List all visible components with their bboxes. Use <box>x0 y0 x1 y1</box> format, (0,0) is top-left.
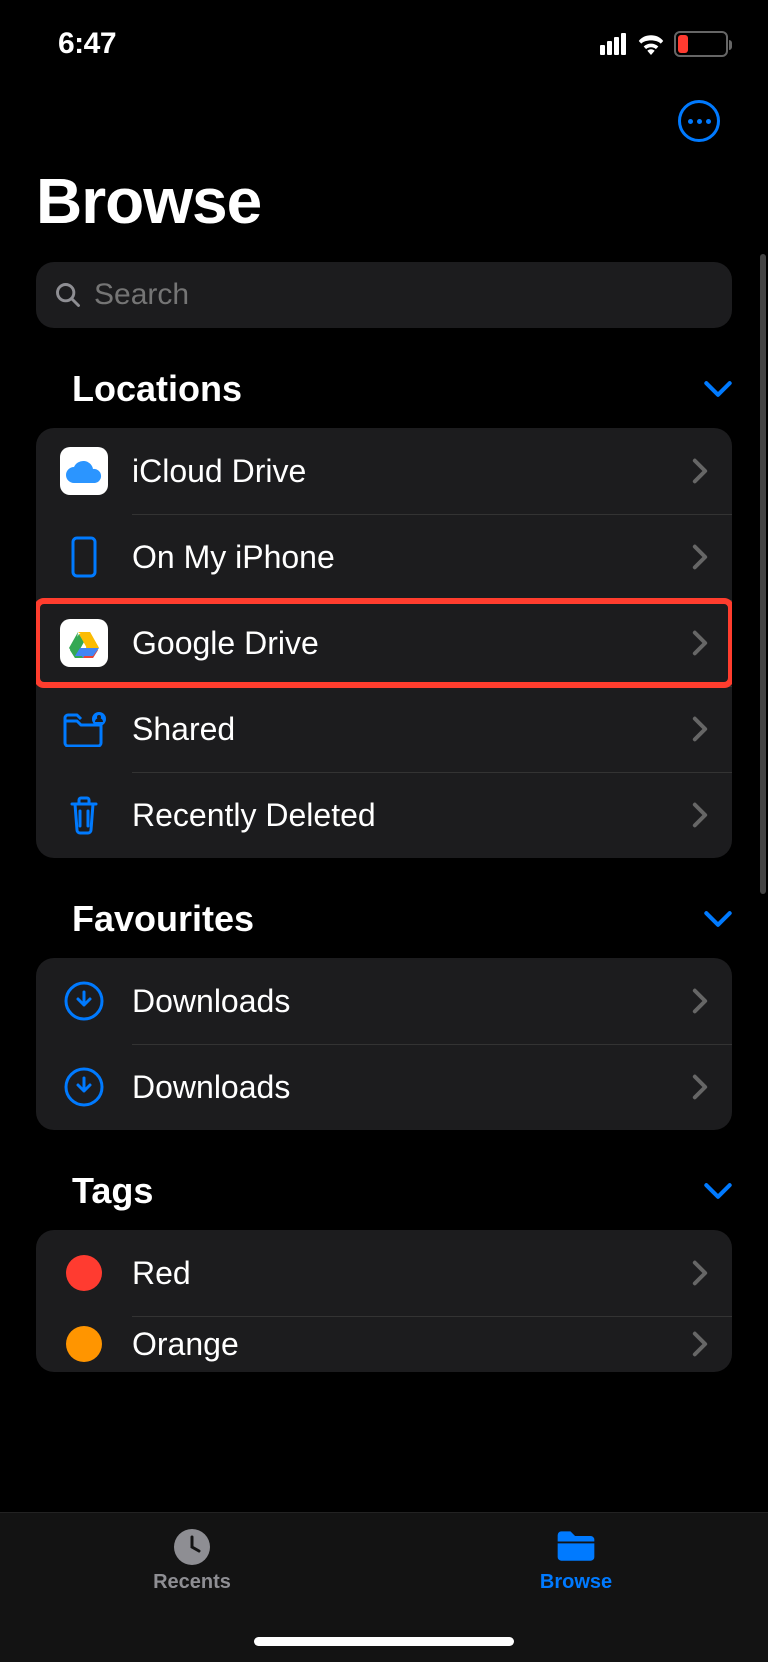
chevron-down-icon <box>704 909 732 929</box>
search-input[interactable] <box>94 278 714 312</box>
status-time: 6:47 <box>58 27 116 61</box>
icloud-icon <box>60 447 108 495</box>
location-shared[interactable]: Shared <box>36 686 732 772</box>
tab-browse[interactable]: Browse <box>384 1527 768 1594</box>
location-on-my-iphone[interactable]: On My iPhone <box>36 514 732 600</box>
tag-label: Orange <box>132 1326 692 1363</box>
favourites-header[interactable]: Favourites <box>0 898 768 958</box>
trash-icon <box>60 791 108 839</box>
cellular-icon <box>600 33 628 55</box>
locations-section: Locations iCloud Drive On My iPhone <box>0 368 768 858</box>
locations-label: Locations <box>72 368 242 410</box>
battery-low-icon <box>674 31 728 57</box>
chevron-right-icon <box>692 1260 708 1286</box>
tag-color-icon <box>60 1249 108 1297</box>
location-google-drive[interactable]: Google Drive <box>36 600 732 686</box>
tab-label: Browse <box>540 1571 612 1594</box>
tag-label: Red <box>132 1255 692 1292</box>
favourite-label: Downloads <box>132 1069 692 1106</box>
location-label: iCloud Drive <box>132 453 692 490</box>
location-icloud-drive[interactable]: iCloud Drive <box>36 428 732 514</box>
location-label: Google Drive <box>132 625 692 662</box>
download-icon <box>60 977 108 1025</box>
chevron-right-icon <box>692 1331 708 1357</box>
folder-icon <box>554 1527 598 1567</box>
chevron-right-icon <box>692 544 708 570</box>
google-drive-icon <box>60 619 108 667</box>
location-label: On My iPhone <box>132 539 692 576</box>
favourite-downloads[interactable]: Downloads <box>36 1044 732 1130</box>
favourites-label: Favourites <box>72 898 254 940</box>
chevron-right-icon <box>692 1074 708 1100</box>
tags-section: Tags Red Orange <box>0 1170 768 1372</box>
chevron-down-icon <box>704 1181 732 1201</box>
location-label: Recently Deleted <box>132 797 692 834</box>
status-indicators <box>600 31 728 57</box>
favourite-label: Downloads <box>132 983 692 1020</box>
tab-label: Recents <box>153 1571 231 1594</box>
favourites-list: Downloads Downloads <box>36 958 732 1130</box>
tag-orange[interactable]: Orange <box>36 1316 732 1372</box>
favourites-section: Favourites Downloads Downloads <box>0 898 768 1130</box>
tag-red[interactable]: Red <box>36 1230 732 1316</box>
home-indicator[interactable] <box>254 1637 514 1646</box>
shared-folder-icon <box>60 705 108 753</box>
locations-header[interactable]: Locations <box>0 368 768 428</box>
chevron-right-icon <box>692 802 708 828</box>
tags-list: Red Orange <box>36 1230 732 1372</box>
location-recently-deleted[interactable]: Recently Deleted <box>36 772 732 858</box>
location-label: Shared <box>132 711 692 748</box>
tab-recents[interactable]: Recents <box>0 1527 384 1594</box>
search-icon <box>54 281 82 309</box>
page-title: Browse <box>0 64 768 262</box>
scrollbar-indicator <box>760 254 766 894</box>
wifi-icon <box>636 33 666 55</box>
status-bar: 6:47 <box>0 0 768 64</box>
tags-label: Tags <box>72 1170 153 1212</box>
clock-icon <box>170 1527 214 1567</box>
chevron-right-icon <box>692 630 708 656</box>
locations-list: iCloud Drive On My iPhone <box>36 428 732 858</box>
chevron-down-icon <box>704 379 732 399</box>
download-icon <box>60 1063 108 1111</box>
tags-header[interactable]: Tags <box>0 1170 768 1230</box>
more-options-button[interactable] <box>678 100 720 142</box>
chevron-right-icon <box>692 458 708 484</box>
favourite-downloads[interactable]: Downloads <box>36 958 732 1044</box>
chevron-right-icon <box>692 716 708 742</box>
chevron-right-icon <box>692 988 708 1014</box>
tag-color-icon <box>60 1320 108 1368</box>
iphone-icon <box>60 533 108 581</box>
search-field[interactable] <box>36 262 732 328</box>
